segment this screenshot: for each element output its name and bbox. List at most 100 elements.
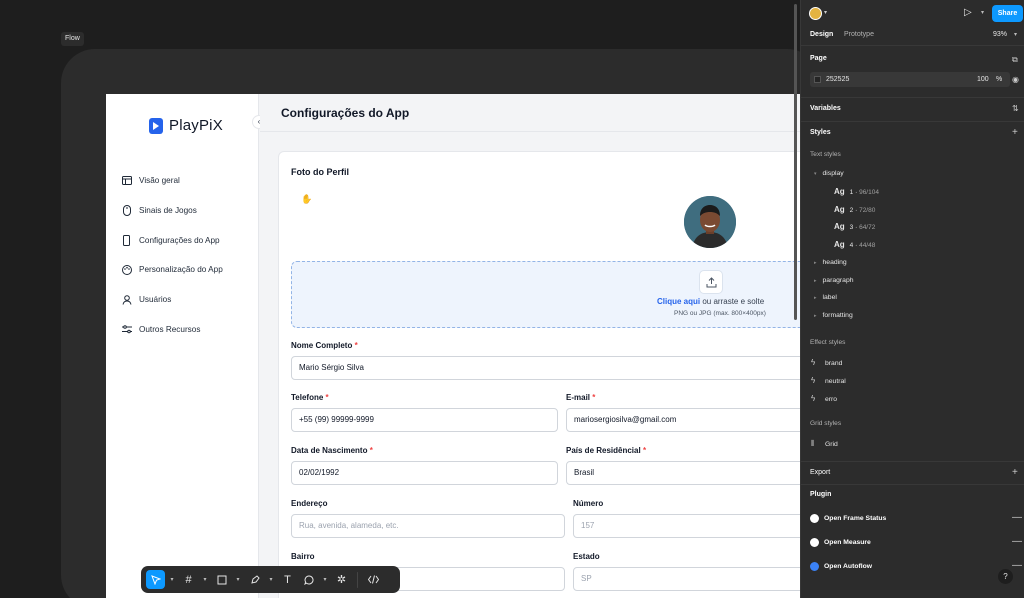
shape-tool-button[interactable] <box>212 570 231 589</box>
plugin-open-frame-status[interactable]: Open Frame Status <box>810 514 886 523</box>
chevron-down-icon[interactable]: ▾ <box>1014 31 1017 38</box>
ag-preview: Ag <box>834 205 845 214</box>
style-group-paragraph[interactable]: ▸ paragraph <box>814 277 854 284</box>
chevron-down-icon[interactable]: ▾ <box>981 9 984 16</box>
chevron-right-icon: ▸ <box>814 313 817 319</box>
chevron-right-icon: ▸ <box>814 278 817 284</box>
numero-input[interactable]: 157 <box>573 514 800 538</box>
variables-settings-icon[interactable]: ⇅ <box>1012 104 1019 113</box>
canvas-scrollbar[interactable] <box>794 4 797 320</box>
section-title: Foto do Perfil <box>291 167 349 177</box>
style-meta: 44/48 <box>859 242 876 249</box>
color-swatch[interactable] <box>814 76 821 83</box>
zoom-level[interactable]: 93% <box>993 31 1007 38</box>
page-copy-icon[interactable]: ⧉ <box>1012 55 1018 65</box>
chevron-down-icon[interactable]: ▾ <box>233 570 243 589</box>
add-style-icon[interactable]: + <box>1012 128 1018 138</box>
remove-plugin-icon[interactable]: — <box>1012 512 1022 523</box>
email-input[interactable]: mariosergiosilva@gmail.com <box>566 408 800 432</box>
label-nome: Nome Completo * <box>291 341 358 350</box>
properties-panel: ▾ ▷ ▾ Share Design Prototype 93% ▾ Page … <box>800 0 1024 598</box>
style-number: 2 <box>849 207 854 214</box>
pais-select[interactable]: Brasil <box>566 461 800 485</box>
sidebar-item-configuracoes[interactable]: Configurações do App <box>121 225 251 255</box>
app-frame[interactable]: PlayPiX Visão geral Sinais de Jogos Conf… <box>106 94 800 598</box>
chevron-down-icon[interactable]: ▾ <box>200 570 210 589</box>
dev-mode-button[interactable] <box>364 570 383 589</box>
present-button[interactable]: ▷ <box>964 7 972 18</box>
label-numero: Número <box>573 499 604 508</box>
text-style-item[interactable]: Ag 4 · 44/48 <box>834 240 875 249</box>
design-canvas[interactable]: Flow PlayPiX Visão geral Sinais de Jogos… <box>0 0 800 598</box>
plugin-open-measure[interactable]: Open Measure <box>810 538 871 547</box>
text-style-item[interactable]: Ag 2 · 72/80 <box>834 205 875 214</box>
user-icon <box>121 294 132 305</box>
grid-style-grid[interactable]: ⦀ Grid <box>811 439 838 449</box>
page-opacity-value[interactable]: 100 <box>977 76 989 83</box>
effect-style-brand[interactable]: ϟ brand <box>811 358 842 367</box>
style-group-label: formatting <box>822 312 853 319</box>
upload-link[interactable]: Clique aqui <box>657 297 700 306</box>
profile-card: Foto do Perfil Clique aqui ou arraste e … <box>278 151 800 598</box>
sidebar-item-sinais[interactable]: Sinais de Jogos <box>121 196 251 226</box>
telefone-input[interactable]: +55 (99) 99999-9999 <box>291 408 558 432</box>
upload-dropzone[interactable]: Clique aqui ou arraste e solte PNG ou JP… <box>291 261 800 328</box>
sidebar-item-outros[interactable]: Outros Recursos <box>121 314 251 344</box>
label-text: País de Residêncial <box>566 446 641 455</box>
required-mark: * <box>369 446 373 455</box>
eye-icon[interactable]: ◉ <box>1012 75 1019 84</box>
pen-tool-button[interactable] <box>245 570 264 589</box>
nome-input[interactable]: Mario Sérgio Silva <box>291 356 800 380</box>
required-mark: * <box>325 393 329 402</box>
style-group-label: paragraph <box>822 277 854 284</box>
plugin-open-autoflow[interactable]: Open Autoflow <box>810 562 872 571</box>
text-tool-button[interactable]: T <box>278 570 297 589</box>
effect-style-erro[interactable]: ϟ erro <box>811 394 837 403</box>
page-fill-row[interactable]: 252525 100 % <box>810 72 1010 87</box>
effect-style-neutral[interactable]: ϟ neutral <box>811 376 846 385</box>
move-tool-button[interactable] <box>146 570 165 589</box>
chevron-down-icon[interactable]: ▾ <box>167 570 177 589</box>
actions-tool-button[interactable]: ✲ <box>332 570 351 589</box>
text-style-item[interactable]: Ag 1 · 96/104 <box>834 187 879 196</box>
style-group-formatting[interactable]: ▸ formatting <box>814 312 853 319</box>
frame-label[interactable]: Flow <box>61 32 84 46</box>
style-group-display[interactable]: ▾ display <box>814 170 844 177</box>
toolbar-divider <box>357 571 358 588</box>
text-style-item[interactable]: Ag 3 · 64/72 <box>834 222 875 231</box>
style-group-label-group[interactable]: ▸ label <box>814 294 837 301</box>
plugin-icon <box>810 562 819 571</box>
sidebar-item-label: Visão geral <box>139 176 180 186</box>
label-bairro: Bairro <box>291 552 315 561</box>
label-email: E-mail * <box>566 393 595 402</box>
endereco-input[interactable]: Rua, avenida, alameda, etc. <box>291 514 565 538</box>
comment-tool-button[interactable] <box>299 570 318 589</box>
tab-design[interactable]: Design <box>810 31 833 38</box>
hand-cursor-icon: ✋ <box>301 194 313 204</box>
chevron-down-icon[interactable]: ▾ <box>266 570 276 589</box>
user-avatar[interactable] <box>809 7 822 20</box>
effect-label: neutral <box>825 378 846 385</box>
add-export-icon[interactable]: + <box>1012 468 1018 478</box>
help-button[interactable]: ? <box>998 569 1013 584</box>
chevron-down-icon[interactable]: ▾ <box>320 570 330 589</box>
sidebar-item-visao-geral[interactable]: Visão geral <box>121 166 251 196</box>
required-mark: * <box>592 393 596 402</box>
frame-tool-button[interactable]: # <box>179 570 198 589</box>
style-meta: 64/72 <box>859 224 876 231</box>
style-group-heading[interactable]: ▸ heading <box>814 259 847 266</box>
tab-prototype[interactable]: Prototype <box>844 31 874 38</box>
remove-plugin-icon[interactable]: — <box>1012 536 1022 547</box>
estado-input[interactable]: SP <box>573 567 800 591</box>
profile-avatar[interactable] <box>684 196 736 248</box>
brand-logo: PlayPiX <box>149 117 223 134</box>
sidebar-item-usuarios[interactable]: Usuários <box>121 285 251 315</box>
sidebar-item-personalizacao[interactable]: Personalização do App <box>121 255 251 285</box>
chevron-down-icon[interactable]: ▾ <box>824 9 827 16</box>
page-color-value[interactable]: 252525 <box>826 76 849 83</box>
nascimento-input[interactable]: 02/02/1992 <box>291 461 558 485</box>
share-button[interactable]: Share <box>992 5 1023 22</box>
remove-plugin-icon[interactable]: — <box>1012 560 1022 571</box>
upload-hint: PNG ou JPG (max. 800×400px) <box>674 310 766 317</box>
variables-title[interactable]: Variables <box>810 105 841 112</box>
